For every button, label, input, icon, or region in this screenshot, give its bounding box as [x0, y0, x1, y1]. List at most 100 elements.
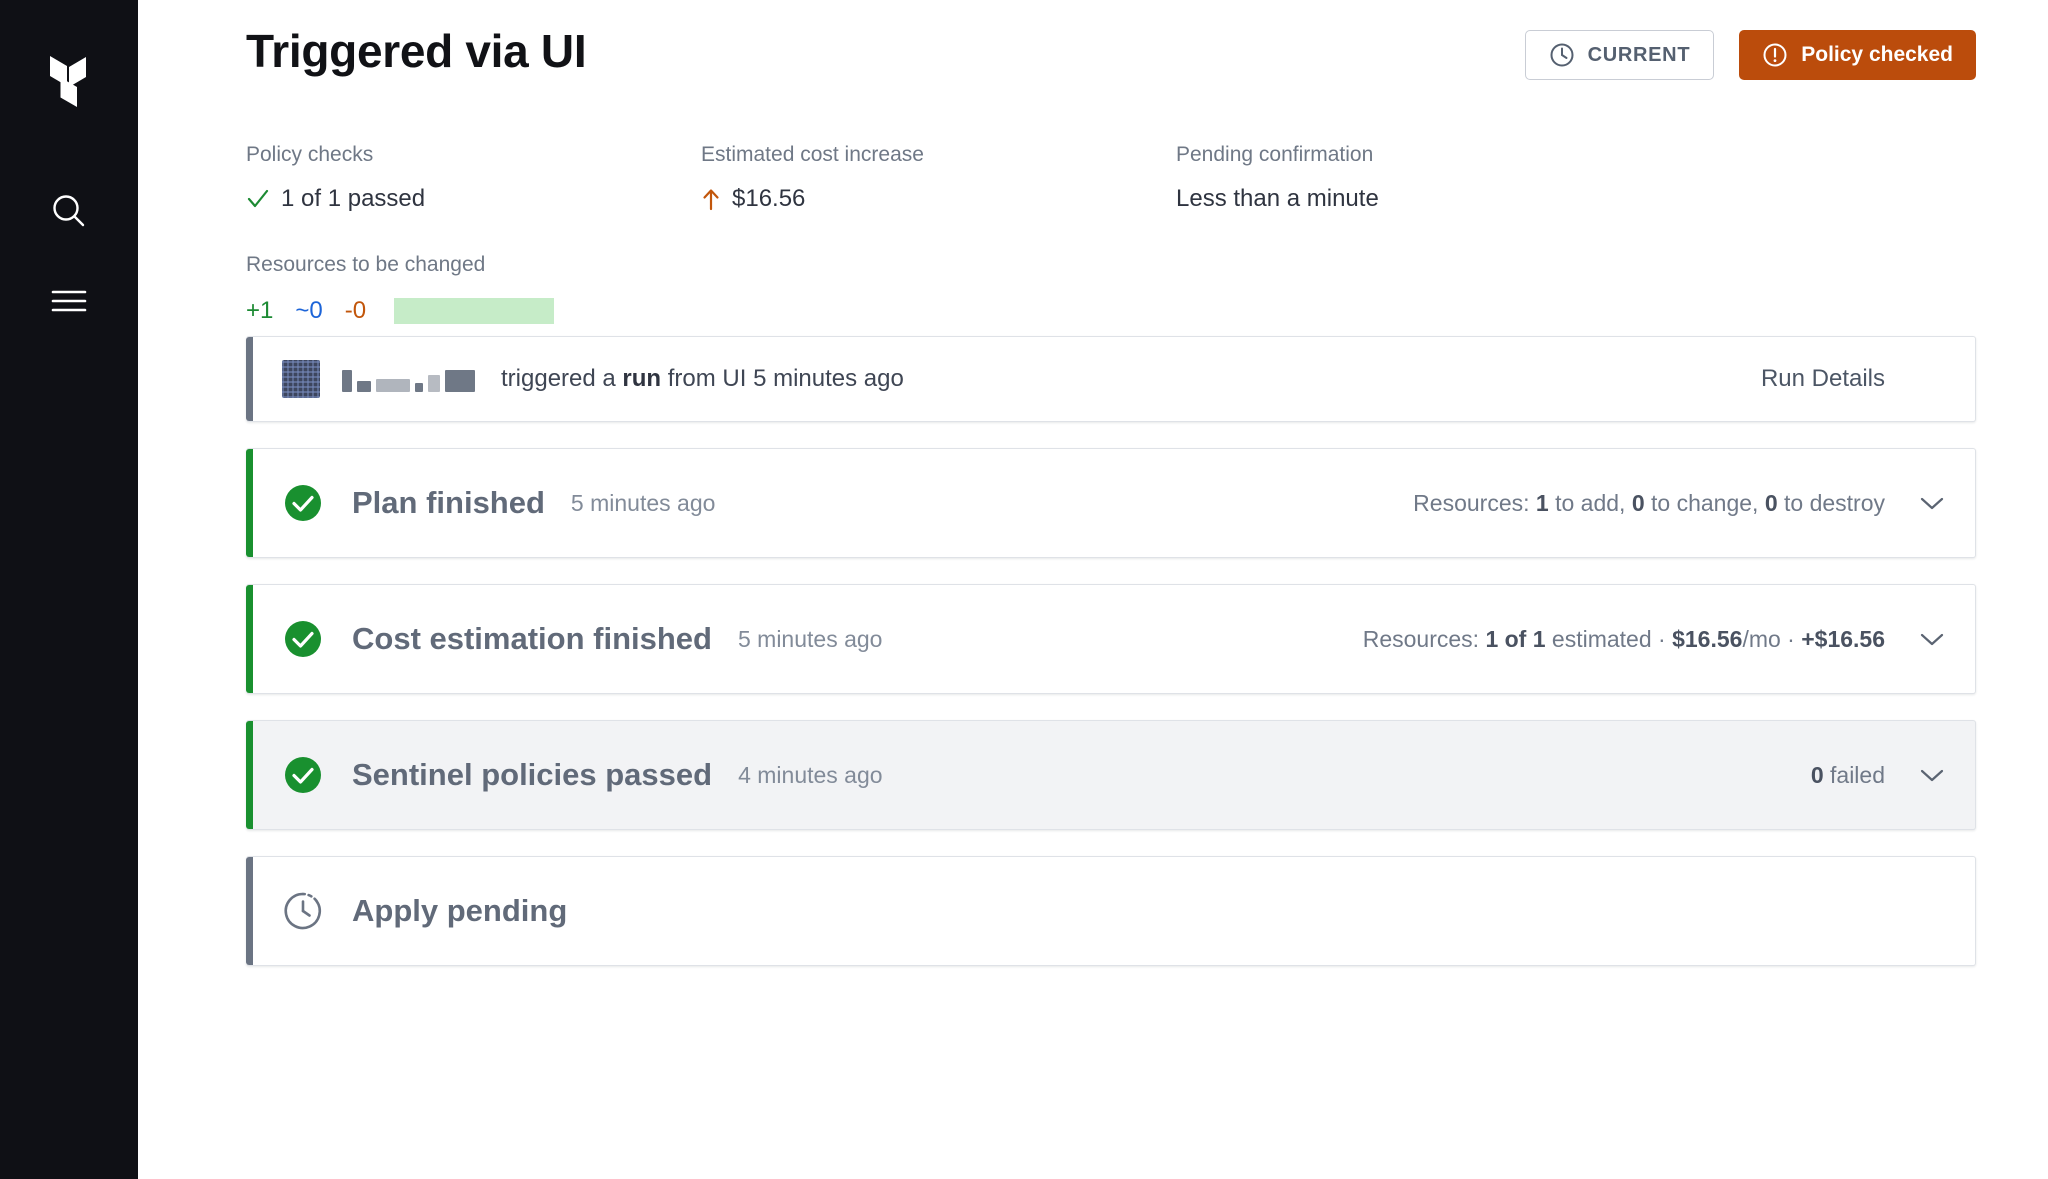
stage-left: Plan finished 5 minutes ago	[282, 482, 1413, 524]
main-content: Triggered via UI CURRENT Policy checked …	[138, 0, 2048, 1179]
redaction-block	[445, 370, 475, 392]
sidebar	[0, 0, 138, 1179]
run-stats: Policy checks 1 of 1 passed Estimated co…	[246, 144, 1976, 324]
run-details-button[interactable]: Run Details	[1761, 365, 1885, 393]
stage-meta-part: 1	[1535, 489, 1549, 516]
stage-meta-part: 0	[1631, 489, 1645, 516]
redaction-block	[376, 379, 410, 392]
check-circle-filled-icon	[285, 485, 321, 521]
actor-name-redacted	[342, 366, 475, 392]
resources-added-count: +1	[246, 297, 274, 324]
stage-meta-part: estimated ·	[1545, 625, 1673, 652]
sidebar-item-search[interactable]	[38, 180, 100, 242]
timeline-trigger-card[interactable]: triggered a run from UI 5 minutes ago Ru…	[246, 336, 1976, 422]
stage-meta-part: to add,	[1548, 489, 1632, 516]
stage-right: 0 failed	[1811, 762, 1945, 789]
stage-timestamp: 5 minutes ago	[570, 489, 716, 516]
stage-meta-part: $16.56	[1672, 625, 1743, 652]
stage-left: Apply pending	[282, 890, 1945, 932]
page-title: Triggered via UI	[246, 25, 587, 77]
stage-title: Sentinel policies passed	[352, 757, 713, 792]
stage-meta-part: 1 of 1	[1485, 625, 1546, 652]
app-root: Triggered via UI CURRENT Policy checked …	[0, 0, 2048, 1179]
run-timeline: triggered a run from UI 5 minutes ago Ru…	[246, 336, 1976, 966]
alert-circle-icon	[1763, 43, 1787, 67]
stage-meta-part: /mo ·	[1742, 625, 1802, 652]
timeline-stage-cost-estimation-finished[interactable]: Cost estimation finished 5 minutes ago R…	[246, 584, 1976, 694]
stat-policy-checks-label: Policy checks	[246, 143, 374, 166]
stage-title: Cost estimation finished	[352, 621, 712, 656]
stage-right: Resources: 1 of 1 estimated · $16.56/mo …	[1363, 626, 1945, 653]
current-badge-label: CURRENT	[1587, 43, 1691, 66]
terraform-logo-icon	[50, 56, 86, 107]
chevron-down-icon[interactable]	[1919, 767, 1945, 783]
stat-pending-confirmation-value-row: Less than a minute	[1176, 187, 1379, 211]
avatar	[282, 360, 320, 398]
stat-policy-checks-value: 1 of 1 passed	[281, 185, 426, 212]
chevron-down-icon[interactable]	[1919, 495, 1945, 511]
stage-timestamp: 4 minutes ago	[738, 761, 883, 788]
trigger-text-bold: run	[622, 365, 662, 392]
page-header: Triggered via UI CURRENT Policy checked	[246, 0, 1976, 96]
stage-meta: 0 failed	[1811, 762, 1885, 789]
resources-changed-count: ~0	[295, 297, 323, 324]
stage-title: Plan finished	[352, 485, 545, 520]
stat-policy-checks-value-row: 1 of 1 passed	[246, 187, 425, 211]
stat-estimated-cost-label: Estimated cost increase	[701, 143, 924, 166]
stage-meta-prefix: Resources:	[1362, 625, 1486, 652]
stat-pending-confirmation: Pending confirmation Less than a minute	[1176, 144, 1379, 211]
chevron-down-icon[interactable]	[1919, 631, 1945, 647]
timeline-stage-apply-pending[interactable]: Apply pending	[246, 856, 1976, 966]
policy-checked-badge-label: Policy checked	[1801, 43, 1953, 66]
arrow-up-icon	[703, 189, 719, 211]
stat-estimated-cost-value: $16.56	[732, 185, 806, 212]
trigger-text-suffix: from UI 5 minutes ago	[661, 365, 904, 392]
stage-meta-part: to change,	[1644, 489, 1765, 516]
check-circle-filled-icon	[285, 757, 321, 793]
stat-pending-confirmation-value: Less than a minute	[1176, 185, 1379, 212]
trigger-card-left: triggered a run from UI 5 minutes ago	[282, 360, 1761, 398]
redaction-block	[428, 375, 440, 392]
stat-estimated-cost-value-row: $16.56	[701, 187, 924, 211]
stage-meta-part: 0	[1764, 489, 1778, 516]
header-badges: CURRENT Policy checked	[1524, 14, 1976, 80]
hamburger-menu-icon	[51, 290, 87, 312]
stage-right: Resources: 1 to add, 0 to change, 0 to d…	[1413, 490, 1945, 517]
stage-meta: Resources: 1 of 1 estimated · $16.56/mo …	[1363, 626, 1885, 653]
stat-resources-changed: Resources to be changed +1 ~0 -0	[246, 253, 555, 325]
stat-pending-confirmation-label: Pending confirmation	[1176, 143, 1374, 166]
stat-policy-checks: Policy checks 1 of 1 passed	[246, 144, 425, 211]
redaction-block	[415, 383, 423, 392]
timeline-stage-plan-finished[interactable]: Plan finished 5 minutes ago Resources: 1…	[246, 448, 1976, 558]
stage-meta-part: 0	[1810, 761, 1824, 788]
redaction-block	[357, 381, 371, 392]
check-circle-filled-icon	[285, 621, 321, 657]
redaction-block	[342, 370, 352, 392]
stage-left: Cost estimation finished 5 minutes ago	[282, 618, 1363, 660]
current-badge[interactable]: CURRENT	[1524, 30, 1715, 80]
clock-pending-icon	[284, 892, 322, 930]
search-icon	[53, 195, 85, 227]
check-icon	[247, 189, 269, 208]
timeline-stage-sentinel-policies-passed[interactable]: Sentinel policies passed 4 minutes ago 0…	[246, 720, 1976, 830]
stat-estimated-cost: Estimated cost increase $16.56	[701, 144, 924, 211]
stage-meta-prefix: Resources:	[1413, 489, 1536, 516]
resource-change-counts: +1 ~0 -0	[246, 297, 555, 325]
sidebar-item-menu[interactable]	[38, 270, 100, 332]
resources-destroyed-count: -0	[344, 297, 367, 324]
chevron-down-icon[interactable]	[1919, 371, 1945, 387]
terraform-logo[interactable]	[40, 46, 98, 110]
stage-timestamp: 5 minutes ago	[737, 625, 883, 652]
stage-meta-part: +$16.56	[1801, 625, 1885, 652]
trigger-text-prefix: triggered a	[501, 365, 623, 392]
policy-checked-badge[interactable]: Policy checked	[1739, 30, 1976, 80]
trigger-card-right: Run Details	[1761, 365, 1945, 393]
stage-meta: Resources: 1 to add, 0 to change, 0 to d…	[1413, 490, 1885, 517]
stage-meta-part: to destroy	[1777, 489, 1885, 516]
stage-meta-part: failed	[1823, 761, 1885, 788]
stage-left: Sentinel policies passed 4 minutes ago	[282, 754, 1811, 796]
resources-change-bar	[394, 298, 555, 324]
stat-resources-changed-label: Resources to be changed	[246, 253, 486, 276]
clock-icon	[1550, 43, 1574, 67]
trigger-description: triggered a run from UI 5 minutes ago	[501, 365, 904, 393]
